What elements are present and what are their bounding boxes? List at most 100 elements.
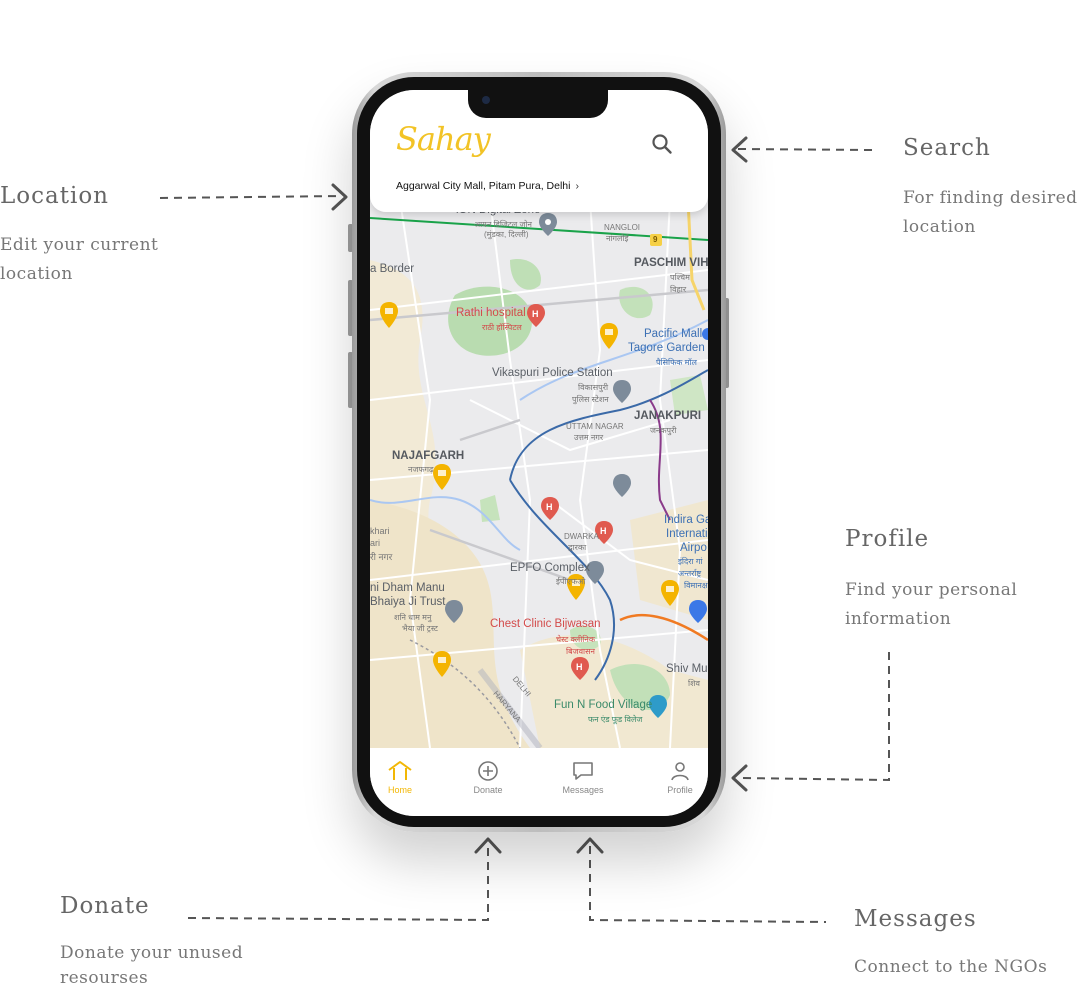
map-label: NANGLOI bbox=[604, 223, 641, 232]
map-view[interactable]: H H H H आयन डिजिटल जोन (मुंडका, दिल्ली) … bbox=[370, 200, 708, 748]
map-label: चेस्ट क्लीनिक bbox=[556, 635, 595, 644]
profile-annotation-title: Profile bbox=[845, 526, 930, 552]
profile-arrow-line bbox=[739, 652, 890, 782]
map-label: विहार bbox=[670, 285, 687, 294]
map-label: अन्तर्राष्ट्र bbox=[678, 569, 702, 578]
map-label: पैसिफिक मॉल bbox=[656, 358, 697, 367]
map-label: ari bbox=[370, 538, 381, 548]
user-icon bbox=[671, 762, 689, 781]
map-label: Chest Clinic Bijwasan bbox=[490, 618, 601, 630]
nav-donate-label: Donate bbox=[473, 785, 503, 795]
chevron-right-icon: › bbox=[575, 180, 579, 192]
location-annotation-desc: Edit your current location bbox=[0, 231, 158, 289]
nav-donate[interactable]: Donate bbox=[458, 760, 518, 795]
nav-messages[interactable]: Messages bbox=[553, 760, 613, 795]
search-annotation-title: Search bbox=[903, 135, 991, 161]
home-icon bbox=[388, 761, 412, 780]
profile-desc-line2: information bbox=[845, 609, 952, 629]
map-label: ईपीएफओ bbox=[556, 577, 586, 586]
map-label: भैया जी ट्रस्ट bbox=[402, 624, 438, 633]
map-label: Rathi hospital bbox=[456, 307, 526, 319]
map-label: Tagore Garden bbox=[628, 342, 705, 354]
map-label: Airpo bbox=[680, 542, 707, 554]
donate-annotation-title: Donate bbox=[60, 893, 150, 919]
map-pin-icon bbox=[433, 651, 451, 677]
messages-annotation-title: Messages bbox=[854, 906, 977, 932]
map-label: Indira Ga bbox=[664, 514, 708, 526]
nav-profile[interactable]: Profile bbox=[650, 760, 708, 795]
route-shield-label: 9 bbox=[653, 235, 658, 244]
location-arrow-line bbox=[159, 195, 343, 199]
ngo-pin[interactable] bbox=[599, 322, 619, 350]
map-pin-icon bbox=[661, 580, 679, 606]
search-arrow-line bbox=[737, 148, 873, 151]
nav-home[interactable]: Home bbox=[370, 760, 430, 795]
map-label: JANAKPURI bbox=[634, 410, 702, 422]
map-label: Pacific Mall bbox=[644, 328, 703, 340]
bottom-navigation: Home Donate Messages Profile bbox=[370, 748, 708, 816]
svg-text:H: H bbox=[576, 662, 583, 672]
map-label: शनि धाम मनु bbox=[394, 613, 432, 622]
messages-desc-line1: Connect to the NGOs bbox=[854, 957, 1048, 977]
map-label: Vikaspuri Police Station bbox=[492, 367, 613, 379]
search-button[interactable] bbox=[650, 132, 674, 156]
current-location-text: Aggarwal City Mall, Pitam Pura, Delhi bbox=[396, 180, 571, 192]
map-label: राठी हॉस्पिटल bbox=[482, 323, 522, 332]
profile-arrow-head bbox=[731, 764, 748, 792]
ngo-pin[interactable] bbox=[379, 301, 399, 329]
location-desc-line1: Edit your current bbox=[0, 235, 159, 255]
map-label: (मुंडका, दिल्ली) bbox=[484, 230, 529, 239]
map-label: पुलिस स्टेशन bbox=[572, 395, 609, 404]
map-pin-icon bbox=[600, 323, 618, 349]
svg-text:H: H bbox=[600, 526, 607, 536]
donate-arrow-line bbox=[187, 846, 489, 922]
map-label: a Border bbox=[370, 263, 415, 275]
app-logo: Sahay bbox=[396, 120, 491, 158]
map-label: पश्चिम bbox=[670, 273, 690, 282]
ngo-pin[interactable] bbox=[432, 463, 452, 491]
messages-arrow-line bbox=[589, 846, 827, 923]
map-label: DWARKA bbox=[564, 532, 599, 541]
map-label: द्वारका bbox=[568, 543, 587, 552]
svg-text:H: H bbox=[532, 309, 539, 319]
map-label: Internati bbox=[666, 528, 708, 540]
map-label: जनकपुरी bbox=[650, 426, 677, 435]
ngo-pin[interactable] bbox=[660, 579, 680, 607]
profile-desc-line1: Find your personal bbox=[845, 580, 1018, 600]
donate-desc-line2: resourses bbox=[60, 968, 149, 988]
map-label: नजफगढ़ bbox=[408, 465, 434, 474]
search-arrow-head bbox=[731, 136, 748, 163]
map-label: शिव bbox=[688, 679, 700, 688]
map-pin-icon bbox=[433, 464, 451, 490]
donate-desc-line1: Donate your unused bbox=[60, 943, 244, 963]
map-label: UTTAM NAGAR bbox=[566, 422, 624, 431]
map-label: इंदिरा गां bbox=[678, 557, 703, 566]
svg-text:H: H bbox=[546, 502, 553, 512]
search-annotation-desc: For finding desired location bbox=[903, 184, 1078, 242]
ngo-pin[interactable] bbox=[432, 650, 452, 678]
location-annotation-title: Location bbox=[0, 183, 109, 209]
map-label: फन एंड फूड विलेज bbox=[588, 715, 643, 724]
messages-annotation-desc: Connect to the NGOs bbox=[854, 953, 1047, 982]
nav-profile-label: Profile bbox=[667, 785, 693, 795]
donate-arrow-head bbox=[474, 837, 502, 854]
map-label: EPFO Complex bbox=[510, 562, 590, 574]
map-label: NAJAFGARH bbox=[392, 450, 465, 462]
nav-messages-label: Messages bbox=[562, 785, 604, 795]
phone-screen: Sahay Aggarwal City Mall, Pitam Pura, De… bbox=[370, 90, 708, 816]
location-desc-line2: location bbox=[0, 264, 73, 284]
current-location-selector[interactable]: Aggarwal City Mall, Pitam Pura, Delhi › bbox=[396, 180, 579, 192]
map-pin-icon bbox=[380, 302, 398, 328]
location-arrow-head bbox=[331, 183, 348, 211]
search-icon bbox=[652, 134, 672, 154]
search-desc-line1: For finding desired bbox=[903, 188, 1078, 208]
phone-notch bbox=[468, 90, 608, 118]
plus-circle-icon bbox=[478, 761, 498, 781]
map-label: Fun N Food Village bbox=[554, 699, 653, 711]
search-desc-line2: location bbox=[903, 217, 976, 237]
messages-arrow-head bbox=[576, 837, 604, 854]
map-label: PASCHIM VIH bbox=[634, 257, 708, 269]
map-label: विमानक्ष bbox=[684, 581, 708, 590]
map-label: Bhaiya Ji Trust bbox=[370, 596, 446, 608]
map-label: Shiv Mu bbox=[666, 663, 708, 675]
